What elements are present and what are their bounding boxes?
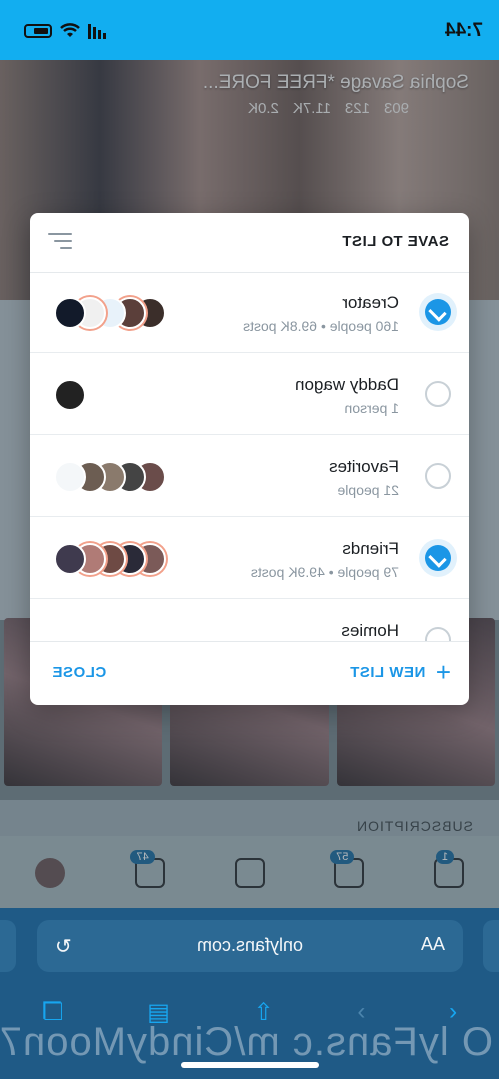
list-title: Creator bbox=[342, 293, 399, 312]
close-button[interactable]: CLOSE bbox=[52, 664, 106, 681]
list-subtitle: 79 people • 49.9K posts bbox=[250, 564, 399, 580]
save-to-list-dialog: SAVE TO LIST Creator 160 people • 69.8K p… bbox=[30, 213, 469, 705]
next-tab-preview[interactable] bbox=[0, 920, 16, 972]
list-checkbox[interactable] bbox=[425, 299, 451, 325]
dialog-title: SAVE TO LIST bbox=[341, 233, 449, 250]
list-item[interactable]: Creator 160 people • 69.8K posts bbox=[30, 273, 469, 353]
wifi-icon bbox=[60, 23, 80, 37]
list-title: Daddy wagon bbox=[295, 375, 399, 394]
new-list-label: NEW LIST bbox=[349, 663, 426, 681]
member-avatars bbox=[54, 543, 166, 575]
lists-container[interactable]: Creator 160 people • 69.8K posts Daddy wag… bbox=[30, 273, 469, 641]
cellular-signal-icon bbox=[88, 23, 106, 39]
status-time: 7:44 bbox=[444, 20, 483, 41]
list-item[interactable]: Homies bbox=[30, 599, 469, 641]
status-icons bbox=[24, 20, 106, 42]
avatar bbox=[54, 543, 86, 575]
member-avatars bbox=[54, 379, 86, 411]
list-subtitle: 160 people • 69.8K posts bbox=[243, 318, 399, 334]
address-bar[interactable]: AA onlyfans.com ↻ bbox=[37, 920, 463, 972]
list-item[interactable]: Favorites 21 people bbox=[30, 435, 469, 517]
member-avatars bbox=[54, 297, 166, 329]
member-avatars bbox=[54, 461, 166, 493]
dialog-footer: + NEW LIST CLOSE bbox=[30, 641, 469, 705]
sort-icon[interactable] bbox=[48, 233, 72, 251]
battery-icon bbox=[24, 24, 52, 38]
list-checkbox[interactable] bbox=[425, 381, 451, 407]
list-title: Homies bbox=[341, 621, 399, 640]
list-checkbox[interactable] bbox=[425, 545, 451, 571]
url-text[interactable]: onlyfans.com bbox=[37, 935, 463, 956]
list-subtitle: 1 person bbox=[344, 400, 399, 416]
home-indicator bbox=[181, 1062, 319, 1068]
list-title: Favorites bbox=[329, 457, 399, 476]
dialog-header: SAVE TO LIST bbox=[30, 213, 469, 273]
list-item[interactable]: Friends 79 people • 49.9K posts bbox=[30, 517, 469, 599]
new-list-button[interactable]: + NEW LIST bbox=[349, 657, 451, 687]
list-checkbox[interactable] bbox=[425, 463, 451, 489]
status-bar: 7:44 bbox=[0, 0, 499, 60]
list-item[interactable]: Daddy wagon 1 person bbox=[30, 353, 469, 435]
prev-tab-preview[interactable] bbox=[483, 920, 499, 972]
avatar bbox=[54, 461, 86, 493]
reload-icon[interactable]: ↻ bbox=[55, 934, 72, 959]
avatar bbox=[54, 297, 86, 329]
list-subtitle: 21 people bbox=[337, 482, 399, 498]
list-checkbox[interactable] bbox=[425, 627, 451, 641]
list-title: Friends bbox=[342, 539, 399, 558]
watermark: O lyFans.c m/CindyMoon7 bbox=[0, 1020, 493, 1064]
avatar bbox=[54, 379, 86, 411]
plus-icon: + bbox=[435, 657, 451, 687]
